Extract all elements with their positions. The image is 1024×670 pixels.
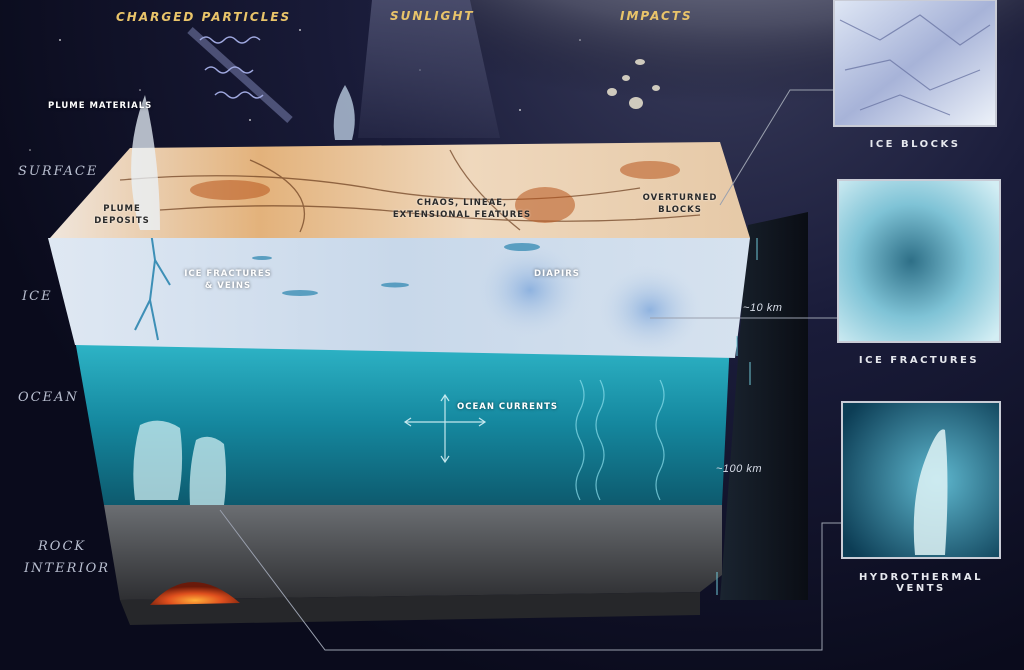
inset-ice-blocks [833, 0, 997, 127]
measure-ice-thickness: ~10 km [743, 302, 783, 314]
caption-ice-blocks: ICE BLOCKS [869, 139, 961, 150]
label-ocean-currents: OCEAN CURRENTS [457, 402, 558, 412]
diagram-graphics [29, 0, 1024, 651]
label-diapirs: DIAPIRS [534, 269, 580, 279]
label-ocean: OCEAN [18, 390, 79, 405]
label-plume-deposits-line2: DEPOSITS [94, 216, 150, 226]
diapir-2 [598, 265, 702, 355]
label-surface: SURFACE [18, 164, 99, 179]
distant-plume [333, 85, 355, 140]
diapir-1 [475, 242, 585, 338]
label-overturned-blocks: OVERTURNED BLOCKS [638, 192, 722, 216]
label-overturned-line2: BLOCKS [658, 205, 702, 215]
label-ice-fractures-line1: ICE FRACTURES [184, 269, 272, 279]
label-plume-deposits-line1: PLUME [103, 204, 141, 214]
label-plume-materials: PLUME MATERIALS [48, 101, 153, 111]
label-rock: ROCK [38, 539, 87, 554]
label-interior: INTERIOR [24, 561, 111, 576]
label-ice-fractures-line2: & VEINS [204, 281, 252, 291]
europa-cutaway-diagram: CHARGED PARTICLES SUNLIGHT IMPACTS SURFA… [0, 0, 1024, 670]
label-impacts: IMPACTS [620, 9, 693, 23]
caption-hydrothermal-vents: HYDROTHERMAL VENTS [859, 572, 983, 594]
inset-hydrothermal-vents [841, 401, 1001, 559]
caption-ice-fractures: ICE FRACTURES [858, 355, 980, 366]
label-overturned-line1: OVERTURNED [642, 193, 718, 203]
charged-particle-spirals [187, 27, 293, 123]
label-plume-deposits: PLUME DEPOSITS [92, 203, 152, 227]
inset-ice-fractures [837, 179, 1001, 343]
label-chaos-lineae: CHAOS, LINEAE, EXTENSIONAL FEATURES [392, 197, 532, 221]
label-sunlight: SUNLIGHT [390, 9, 475, 23]
label-ice-fractures-veins: ICE FRACTURES & VEINS [178, 268, 278, 292]
label-chaos-line1: CHAOS, LINEAE, [416, 198, 508, 208]
measure-ocean-depth: ~100 km [716, 463, 762, 475]
label-charged-particles: CHARGED PARTICLES [116, 10, 292, 24]
label-ice: ICE [22, 289, 53, 304]
label-chaos-line2: EXTENSIONAL FEATURES [392, 210, 532, 220]
